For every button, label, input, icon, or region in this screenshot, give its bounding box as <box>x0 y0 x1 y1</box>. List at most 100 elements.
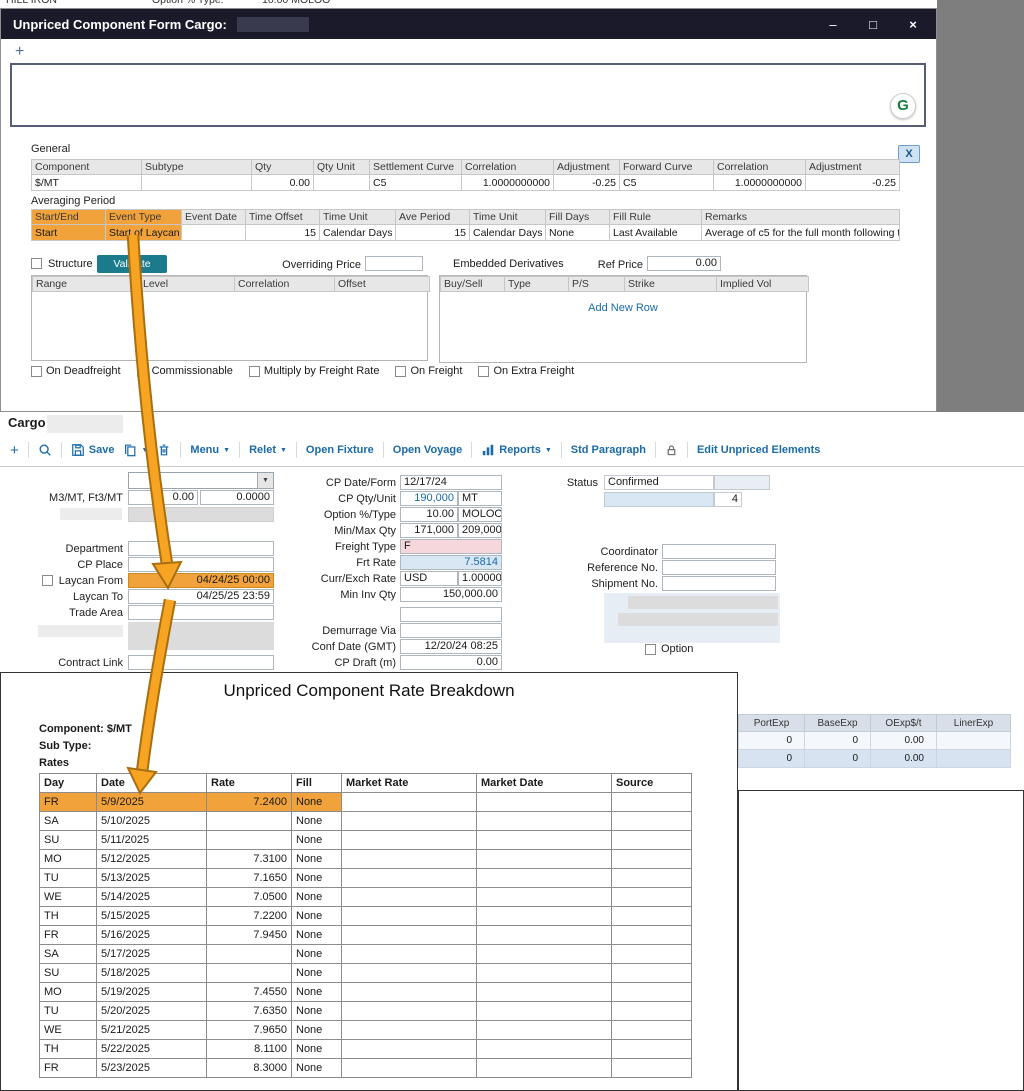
general-row[interactable]: $/MT 0.00 C5 1.0000000000 -0.25 C5 1.000… <box>31 174 900 191</box>
expense-row[interactable]: 0 0 0.00 <box>738 749 1011 768</box>
grammarly-icon[interactable]: G <box>890 93 916 119</box>
rate-row[interactable]: SA 5/10/2025 None <box>39 811 692 831</box>
reports-button[interactable]: Reports ▼ <box>481 443 552 457</box>
conf-date-label: Conf Date (GMT) <box>311 641 396 653</box>
rate-row[interactable]: WE 5/21/2025 7.9650 None <box>39 1020 692 1040</box>
flag-checkbox-item[interactable]: Multiply by Freight Rate <box>248 365 379 377</box>
cargo-type-dropdown[interactable]: ▼ <box>128 472 274 489</box>
m3-field[interactable]: 0.00 <box>128 490 198 505</box>
currency-field[interactable]: USD <box>400 571 458 586</box>
rate-row[interactable]: TU 5/13/2025 7.1650 None <box>39 868 692 888</box>
demurrage-via-field[interactable] <box>400 623 502 638</box>
cp-qty-field[interactable]: 190,000 <box>400 491 458 506</box>
cp-date-field[interactable]: 12/17/24 <box>400 475 502 490</box>
reference-no-field[interactable] <box>662 560 776 575</box>
option-checkbox[interactable] <box>645 644 656 655</box>
ref-price-input[interactable]: 0.00 <box>647 256 721 271</box>
laycan-from-field[interactable]: 04/24/25 00:00 <box>128 573 274 588</box>
toolbar-divider <box>0 466 1024 467</box>
option-pct-field[interactable]: 10.00 <box>400 507 458 522</box>
flag-checkbox-item[interactable]: On Deadfreight <box>31 365 121 377</box>
add-new-row-link[interactable]: Add New Row <box>440 302 806 314</box>
save-button[interactable]: Save <box>71 443 114 457</box>
rate-row[interactable]: WE 5/14/2025 7.0500 None <box>39 887 692 907</box>
edit-unpriced-elements-button[interactable]: Edit Unpriced Elements <box>697 444 820 456</box>
std-paragraph-button[interactable]: Std Paragraph <box>571 444 646 456</box>
checkbox[interactable] <box>31 365 42 377</box>
rate-row[interactable]: FR 5/9/2025 7.2400 None <box>39 792 692 812</box>
copy-button[interactable]: ▼ <box>123 443 148 457</box>
max-qty-field[interactable]: 209,000 <box>458 523 502 538</box>
rate-row[interactable]: MO 5/12/2025 7.3100 None <box>39 849 692 869</box>
column-header: Fill Days <box>545 209 610 225</box>
open-fixture-button[interactable]: Open Fixture <box>306 444 374 456</box>
lock-button[interactable] <box>665 444 678 457</box>
checkbox[interactable] <box>248 365 260 377</box>
cp-qty-label: CP Qty/Unit <box>338 493 396 505</box>
contract-link-field[interactable] <box>128 655 274 670</box>
rate-row[interactable]: SA 5/17/2025 None <box>39 944 692 964</box>
laycan-to-field[interactable]: 04/25/25 23:59 <box>128 589 274 604</box>
overriding-price-input[interactable] <box>365 256 423 271</box>
fragment-option-value: 10.00 MOLOO <box>262 0 331 6</box>
rate-row[interactable]: FR 5/23/2025 8.3000 None <box>39 1058 692 1078</box>
copy-icon <box>125 444 136 457</box>
expense-header-row: PortExp BaseExp OExp$/t LinerExp <box>738 714 1011 732</box>
expense-row[interactable]: 0 0 0.00 <box>738 731 1011 750</box>
menu-button[interactable]: Menu ▼ <box>190 444 230 456</box>
cell-component: $/MT <box>31 174 142 191</box>
desktop-backdrop <box>937 0 1024 412</box>
rate-row[interactable]: FR 5/16/2025 7.9450 None <box>39 925 692 945</box>
option-type-field[interactable]: MOLOO <box>458 507 502 522</box>
rate-row[interactable]: SU 5/18/2025 None <box>39 963 692 983</box>
demurrage-via-label: Demurrage Via <box>322 625 396 637</box>
min-qty-field[interactable]: 171,000 <box>400 523 458 538</box>
rate-row[interactable]: MO 5/19/2025 7.4550 None <box>39 982 692 1002</box>
cell-day: WE <box>39 1020 97 1040</box>
flag-checkbox-item[interactable]: On Freight <box>395 365 462 377</box>
expense-table: PortExp BaseExp OExp$/t LinerExp 0 0 0.00 0… <box>738 714 1011 768</box>
cp-draft-field[interactable]: 0.00 <box>400 655 502 670</box>
exch-rate-field[interactable]: 1.000000 <box>458 571 502 586</box>
status-field[interactable]: Confirmed <box>604 475 714 490</box>
column-header: Time Unit <box>319 209 396 225</box>
unlabeled-field[interactable] <box>400 607 502 622</box>
frt-rate-field[interactable]: 7.5814 <box>400 555 502 570</box>
trade-area-field[interactable] <box>128 605 274 620</box>
rate-row[interactable]: TH 5/15/2025 7.2200 None <box>39 906 692 926</box>
freight-type-field[interactable]: F <box>400 539 502 554</box>
relet-button[interactable]: Relet ▼ <box>249 444 287 456</box>
caret-down-icon[interactable]: ▼ <box>257 473 273 488</box>
checkbox[interactable] <box>478 365 490 377</box>
flag-checkbox-item[interactable]: Commissionable <box>136 365 233 377</box>
averaging-row[interactable]: Start Start of Laycan 15 Calendar Days 1… <box>31 224 900 241</box>
rate-row[interactable]: TU 5/20/2025 7.6350 None <box>39 1001 692 1021</box>
add-icon[interactable]: + <box>15 43 24 61</box>
rate-row[interactable]: SU 5/11/2025 None <box>39 830 692 850</box>
new-button[interactable]: + <box>10 442 19 459</box>
ft3-field[interactable]: 0.0000 <box>200 490 274 505</box>
conf-date-field[interactable]: 12/20/24 08:25 <box>400 639 502 654</box>
min-inv-field[interactable]: 150,000.00 <box>400 587 502 602</box>
column-header: Implied Vol <box>716 276 809 292</box>
general-table: Component Subtype Qty Qty Unit Settlement Cu… <box>31 159 900 191</box>
checkbox[interactable] <box>395 365 407 377</box>
open-voyage-button[interactable]: Open Voyage <box>393 444 462 456</box>
flag-checkbox-item[interactable]: On Extra Freight <box>478 365 574 377</box>
shipment-no-field[interactable] <box>662 576 776 591</box>
close-x-button[interactable]: X <box>898 145 920 163</box>
maximize-button[interactable]: □ <box>858 17 888 32</box>
cp-qty-unit-field[interactable]: MT <box>458 491 502 506</box>
rate-row[interactable]: TH 5/22/2025 8.1100 None <box>39 1039 692 1059</box>
validate-button[interactable]: Validate <box>97 255 167 273</box>
minimize-button[interactable]: – <box>818 17 848 32</box>
delete-button[interactable] <box>157 443 171 457</box>
department-field[interactable] <box>128 541 274 556</box>
cp-place-field[interactable] <box>128 557 274 572</box>
coordinator-field[interactable] <box>662 544 776 559</box>
description-textarea[interactable]: G <box>10 63 926 127</box>
structure-checkbox[interactable] <box>31 258 42 269</box>
close-button[interactable]: × <box>898 17 928 32</box>
search-button[interactable] <box>38 443 52 457</box>
checkbox[interactable] <box>136 365 148 377</box>
